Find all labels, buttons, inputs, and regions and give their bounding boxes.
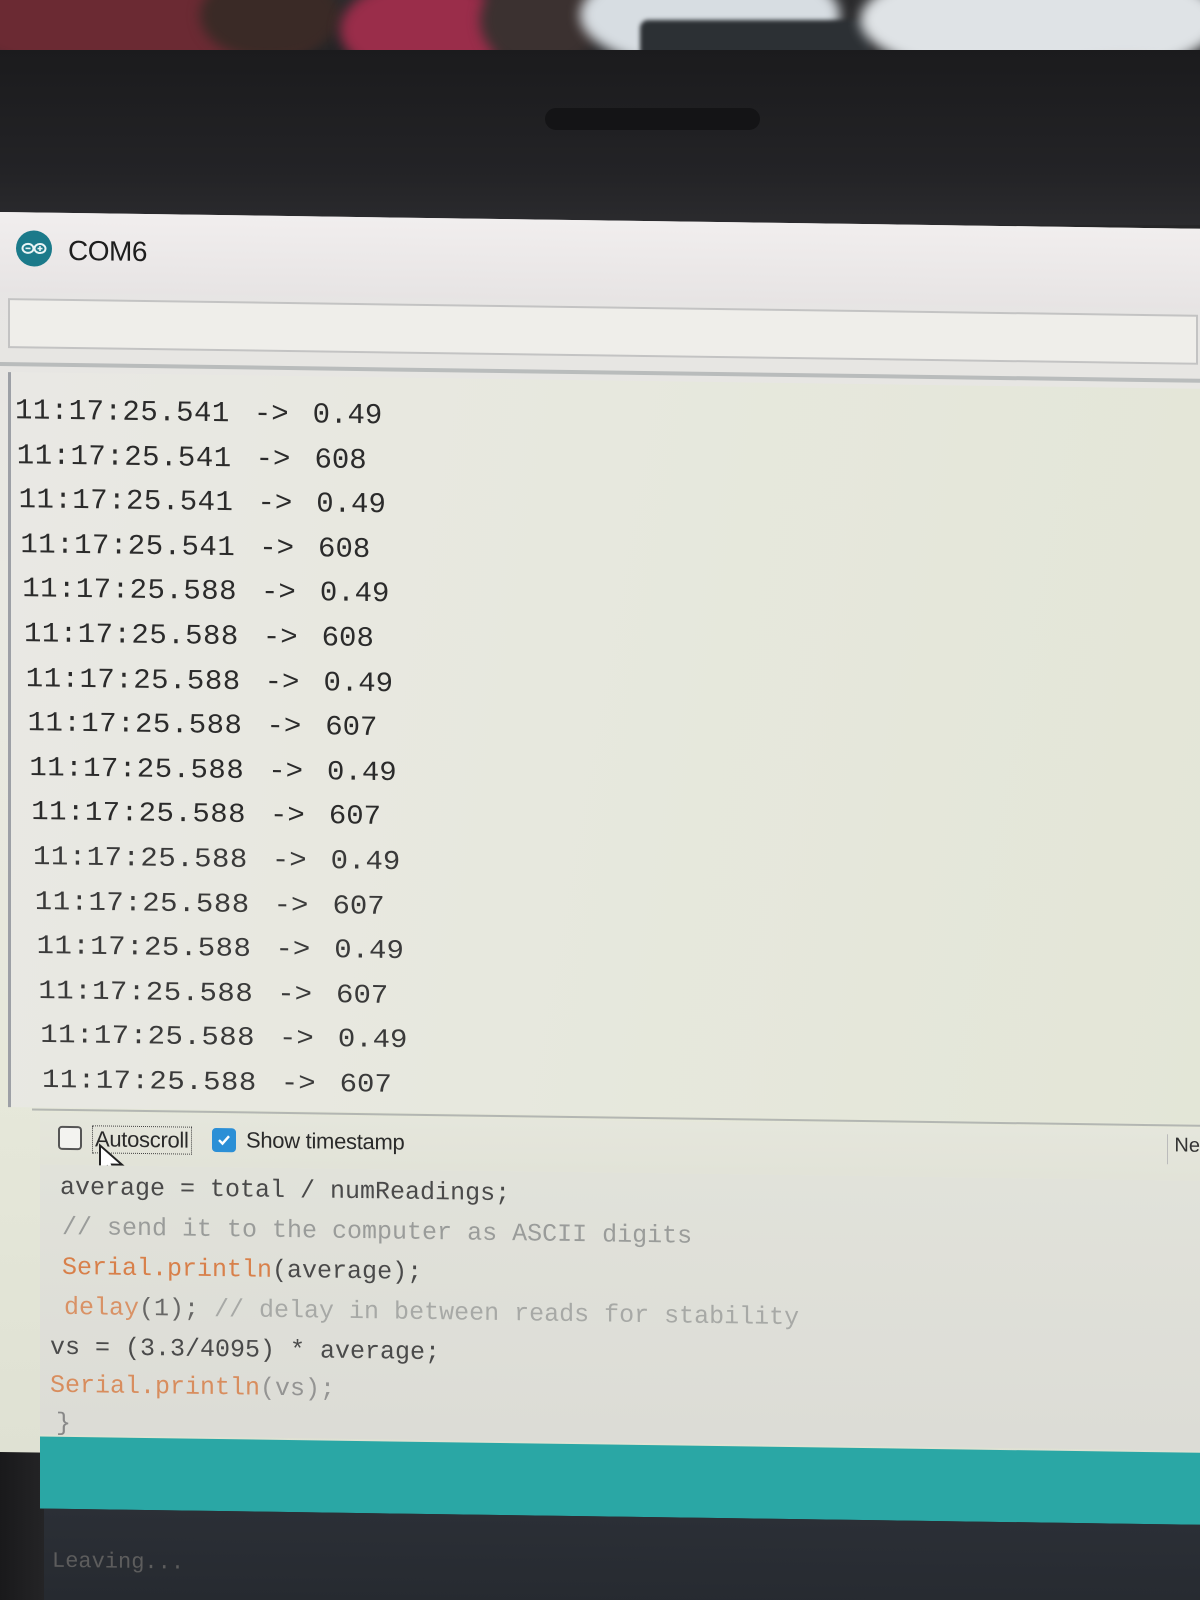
log-line: 11:17:25.588 -> 0.49 xyxy=(40,1020,407,1055)
log-arrow: -> xyxy=(257,486,293,521)
log-line: 11:17:25.588 -> 0.49 xyxy=(22,573,389,610)
arduino-icon xyxy=(16,230,52,267)
log-line: 11:17:25.588 -> 607 xyxy=(31,797,381,833)
serial-send-input[interactable] xyxy=(8,298,1198,365)
code-line: // send it to the computer as ASCII digi… xyxy=(62,1212,693,1251)
log-timestamp: 11:17:25.588 xyxy=(40,1020,256,1054)
log-arrow: -> xyxy=(253,397,289,432)
log-timestamp: 11:17:25.588 xyxy=(27,707,243,742)
log-timestamp: 11:17:25.588 xyxy=(34,886,250,920)
log-line: 11:17:25.588 -> 0.49 xyxy=(26,663,393,700)
console-output: Leaving... xyxy=(44,1508,1200,1600)
log-line: 11:17:25.541 -> 0.49 xyxy=(15,394,382,432)
code-line: average = total / numReadings; xyxy=(60,1172,511,1209)
log-timestamp: 11:17:25.588 xyxy=(33,841,248,876)
window-title: COM6 xyxy=(68,234,147,268)
log-timestamp: 11:17:25.588 xyxy=(24,617,239,653)
log-timestamp: 11:17:25.541 xyxy=(20,528,236,564)
laptop-screen: COM6 11:17:25.541 -> 0.49 11:17:25.541 -> 608… xyxy=(0,212,1200,1600)
log-timestamp: 11:17:25.588 xyxy=(36,930,252,965)
webcam xyxy=(545,108,760,130)
log-line: 11:17:25.588 -> 0.49 xyxy=(33,841,400,877)
autoscroll-checkbox[interactable] xyxy=(58,1125,82,1151)
laptop-bezel xyxy=(0,50,1200,225)
log-line: 11:17:25.588 -> 607 xyxy=(35,886,385,922)
log-arrow: -> xyxy=(275,934,311,966)
code-line: } xyxy=(56,1408,72,1438)
log-value: 0.49 xyxy=(319,577,390,611)
log-timestamp: 11:17:25.588 xyxy=(22,573,238,609)
log-value: 607 xyxy=(336,979,389,1011)
log-arrow: -> xyxy=(255,442,291,476)
log-value: 607 xyxy=(325,711,378,744)
log-line: 11:17:25.588 -> 607 xyxy=(38,976,388,1011)
log-arrow: -> xyxy=(266,710,302,743)
log-arrow: -> xyxy=(262,621,298,654)
log-value: 607 xyxy=(328,800,382,833)
show-timestamp-label[interactable]: Show timestamp xyxy=(246,1127,404,1155)
title-bar[interactable]: COM6 xyxy=(0,212,1200,309)
log-line: 11:17:25.588 -> 607 xyxy=(28,707,378,743)
line-ending-dropdown[interactable]: Ne xyxy=(1167,1134,1200,1165)
log-value: 0.49 xyxy=(316,487,386,522)
log-arrow: -> xyxy=(259,531,295,565)
log-line: 11:17:25.588 -> 608 xyxy=(24,618,374,655)
log-timestamp: 11:17:25.588 xyxy=(38,975,254,1010)
log-arrow: -> xyxy=(271,844,307,877)
log-arrow: -> xyxy=(280,1068,316,1099)
log-line: 11:17:25.588 -> 0.49 xyxy=(37,931,404,967)
log-value: 607 xyxy=(339,1069,392,1100)
log-value: 0.49 xyxy=(312,398,383,433)
check-icon xyxy=(218,1135,230,1146)
log-line: 11:17:25.541 -> 0.49 xyxy=(19,484,386,522)
log-line: 11:17:25.588 -> 607 xyxy=(42,1065,392,1100)
log-value: 0.49 xyxy=(337,1024,408,1056)
log-arrow: -> xyxy=(270,800,305,832)
log-value: 608 xyxy=(321,621,374,655)
code-editor[interactable]: average = total / numReadings; // send i… xyxy=(40,1164,1200,1451)
log-timestamp: 11:17:25.588 xyxy=(31,796,247,831)
console-text: Leaving... xyxy=(52,1548,185,1576)
log-value: 0.49 xyxy=(327,756,397,789)
log-value: 608 xyxy=(318,532,371,566)
log-arrow: -> xyxy=(277,978,313,1010)
log-arrow: -> xyxy=(268,755,304,788)
log-timestamp: 11:17:25.541 xyxy=(18,483,234,520)
log-value: 0.49 xyxy=(334,935,404,967)
log-value: 0.49 xyxy=(330,845,401,878)
log-timestamp: 11:17:25.588 xyxy=(29,751,245,787)
show-timestamp-checkbox[interactable] xyxy=(212,1127,236,1153)
log-timestamp: 11:17:25.588 xyxy=(42,1065,257,1099)
log-line: 11:17:25.541 -> 608 xyxy=(20,528,370,565)
code-line: delay(1); // delay in between reads for … xyxy=(64,1292,800,1333)
log-line: 11:17:25.541 -> 608 xyxy=(17,439,367,477)
log-arrow: -> xyxy=(261,576,296,610)
log-arrow: -> xyxy=(273,889,309,921)
photo-frame: COM6 11:17:25.541 -> 0.49 11:17:25.541 -> 608… xyxy=(0,0,1200,1600)
log-value: 607 xyxy=(332,890,385,922)
code-line: Serial.println(vs); xyxy=(50,1370,336,1404)
log-timestamp: 11:17:25.588 xyxy=(25,662,241,698)
code-line: Serial.println(average); xyxy=(62,1252,423,1287)
log-line: 11:17:25.588 -> 0.49 xyxy=(29,752,396,789)
serial-monitor-window: COM6 11:17:25.541 -> 0.49 11:17:25.541 -> 608… xyxy=(0,212,1200,1525)
log-timestamp: 11:17:25.541 xyxy=(16,438,232,475)
log-arrow: -> xyxy=(264,665,300,699)
log-arrow: -> xyxy=(279,1023,314,1055)
log-timestamp: 11:17:25.541 xyxy=(15,394,230,431)
serial-output[interactable]: 11:17:25.541 -> 0.49 11:17:25.541 -> 608 11:17… xyxy=(8,372,1200,1124)
log-value: 608 xyxy=(314,443,367,477)
code-line: vs = (3.3/4095) * average; xyxy=(50,1332,441,1368)
log-value: 0.49 xyxy=(323,666,394,700)
